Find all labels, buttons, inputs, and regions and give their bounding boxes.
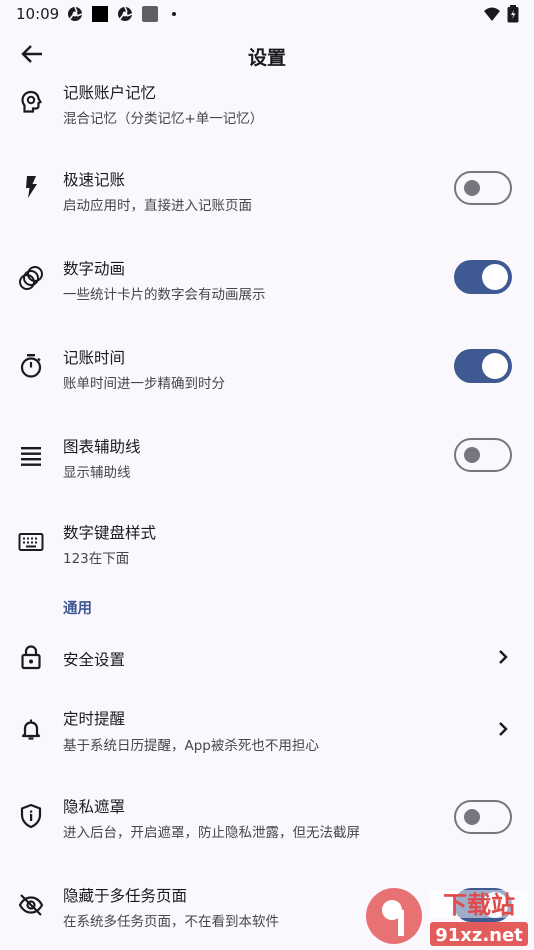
setting-title: 数字动画 bbox=[63, 260, 126, 278]
setting-keyboard-style[interactable]: 数字键盘样式 123在下面 bbox=[0, 514, 534, 578]
setting-subtitle: 混合记忆（分类记忆+单一记忆） bbox=[63, 111, 264, 127]
setting-subtitle: 123在下面 bbox=[63, 551, 130, 567]
section-header-general: 通用 bbox=[63, 601, 92, 617]
setting-title: 定时提醒 bbox=[63, 710, 126, 728]
status-bar: 10:09 bbox=[0, 0, 534, 28]
shield-info-icon bbox=[20, 803, 42, 829]
setting-title: 隐私遮罩 bbox=[63, 798, 126, 816]
eye-off-icon bbox=[18, 894, 44, 916]
watermark-main: 下载站 bbox=[443, 891, 515, 919]
chart-gridlines-toggle[interactable] bbox=[454, 438, 512, 472]
brain-head-icon bbox=[21, 90, 43, 113]
setting-title: 隐藏于多任务页面 bbox=[63, 887, 188, 905]
setting-subtitle: 进入后台，开启遮罩，防止隐私泄露，但无法截屏 bbox=[63, 825, 360, 841]
chevron-right-icon bbox=[499, 650, 508, 664]
bell-icon bbox=[21, 719, 41, 740]
setting-account-memory[interactable]: 记账账户记忆 混合记忆（分类记忆+单一记忆） bbox=[0, 84, 534, 148]
gray-square-icon bbox=[142, 6, 158, 22]
setting-record-time[interactable]: 记账时间 账单时间进一步精确到时分 bbox=[0, 338, 534, 402]
number-animation-toggle[interactable] bbox=[454, 260, 512, 294]
setting-security[interactable]: 安全设置 bbox=[0, 632, 534, 682]
setting-title: 记账时间 bbox=[63, 349, 126, 367]
setting-number-animation[interactable]: 数字动画 一些统计卡片的数字会有动画展示 bbox=[0, 249, 534, 313]
setting-quick-record[interactable]: 极速记账 启动应用时，直接进入记账页面 bbox=[0, 160, 534, 224]
lines-icon bbox=[21, 447, 41, 466]
status-time: 10:09 bbox=[16, 5, 60, 23]
toggle-knob bbox=[464, 447, 480, 463]
page-title: 设置 bbox=[247, 47, 286, 69]
setting-title: 极速记账 bbox=[63, 171, 126, 189]
toggle-knob bbox=[482, 353, 508, 379]
keyboard-icon bbox=[18, 533, 44, 551]
setting-subtitle: 在系统多任务页面，不在看到本软件 bbox=[63, 914, 279, 930]
toggle-knob bbox=[464, 809, 480, 825]
toggle-knob bbox=[482, 264, 508, 290]
setting-privacy-mask[interactable]: 隐私遮罩 进入后台，开启遮罩，防止隐私泄露，但无法截屏 bbox=[0, 790, 534, 850]
setting-subtitle: 基于系统日历提醒，App被杀死也不用担心 bbox=[63, 738, 319, 754]
chevron-right-icon bbox=[499, 722, 508, 736]
site-watermark: 下载站 91xz.net bbox=[366, 888, 528, 946]
app-notification-icon bbox=[118, 6, 133, 21]
setting-title: 安全设置 bbox=[63, 651, 126, 669]
setting-chart-gridlines[interactable]: 图表辅助线 显示辅助线 bbox=[0, 427, 534, 491]
battery-icon bbox=[507, 5, 519, 23]
quick-record-toggle[interactable] bbox=[454, 171, 512, 205]
wifi-icon bbox=[484, 7, 500, 21]
record-time-toggle[interactable] bbox=[454, 349, 512, 383]
black-square-icon bbox=[92, 6, 108, 22]
animation-circles-icon bbox=[19, 266, 43, 290]
setting-subtitle: 账单时间进一步精确到时分 bbox=[63, 376, 225, 392]
watermark-url: 91xz.net bbox=[435, 925, 523, 946]
setting-title: 记账账户记忆 bbox=[63, 84, 157, 102]
more-dot-icon bbox=[172, 12, 176, 16]
setting-title: 图表辅助线 bbox=[63, 438, 141, 456]
setting-subtitle: 显示辅助线 bbox=[63, 465, 131, 481]
lock-icon bbox=[21, 645, 41, 670]
setting-subtitle: 启动应用时，直接进入记账页面 bbox=[63, 198, 252, 214]
toggle-knob bbox=[464, 180, 480, 196]
setting-title: 数字键盘样式 bbox=[63, 524, 157, 542]
setting-subtitle: 一些统计卡片的数字会有动画展示 bbox=[63, 287, 266, 303]
flash-icon bbox=[26, 176, 37, 198]
privacy-mask-toggle[interactable] bbox=[454, 800, 512, 834]
app-notification-icon bbox=[68, 6, 83, 21]
app-bar: 设置 bbox=[0, 28, 534, 84]
setting-reminder[interactable]: 定时提醒 基于系统日历提醒，App被杀死也不用担心 bbox=[0, 704, 534, 764]
timer-icon bbox=[20, 354, 42, 378]
